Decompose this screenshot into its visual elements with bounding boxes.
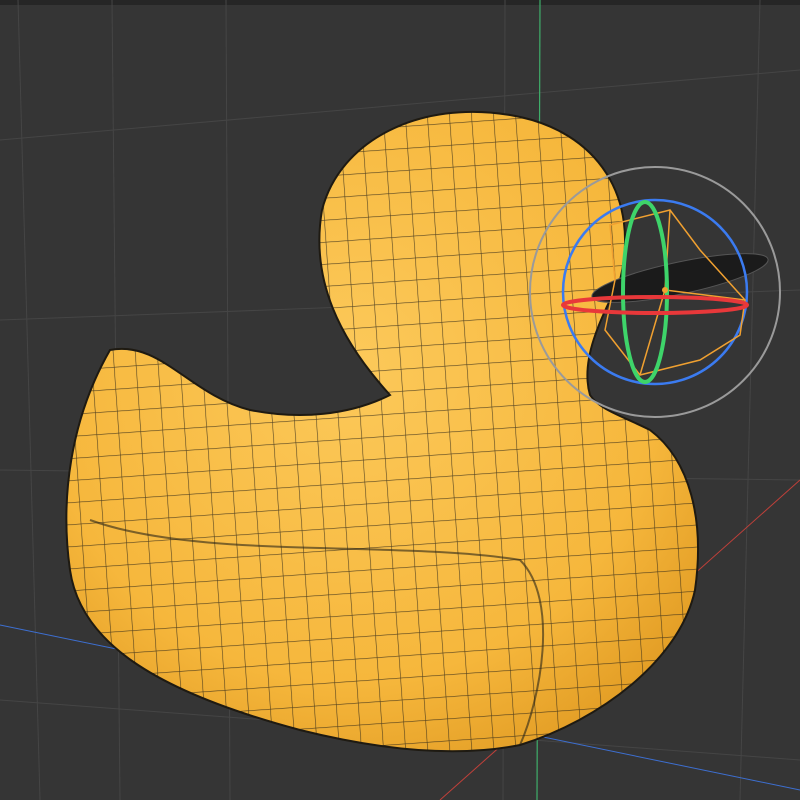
3d-viewport[interactable]	[0, 0, 800, 800]
duck-mesh[interactable]	[0, 0, 800, 800]
viewport-scene[interactable]	[0, 0, 800, 800]
gizmo-center[interactable]	[662, 287, 668, 293]
